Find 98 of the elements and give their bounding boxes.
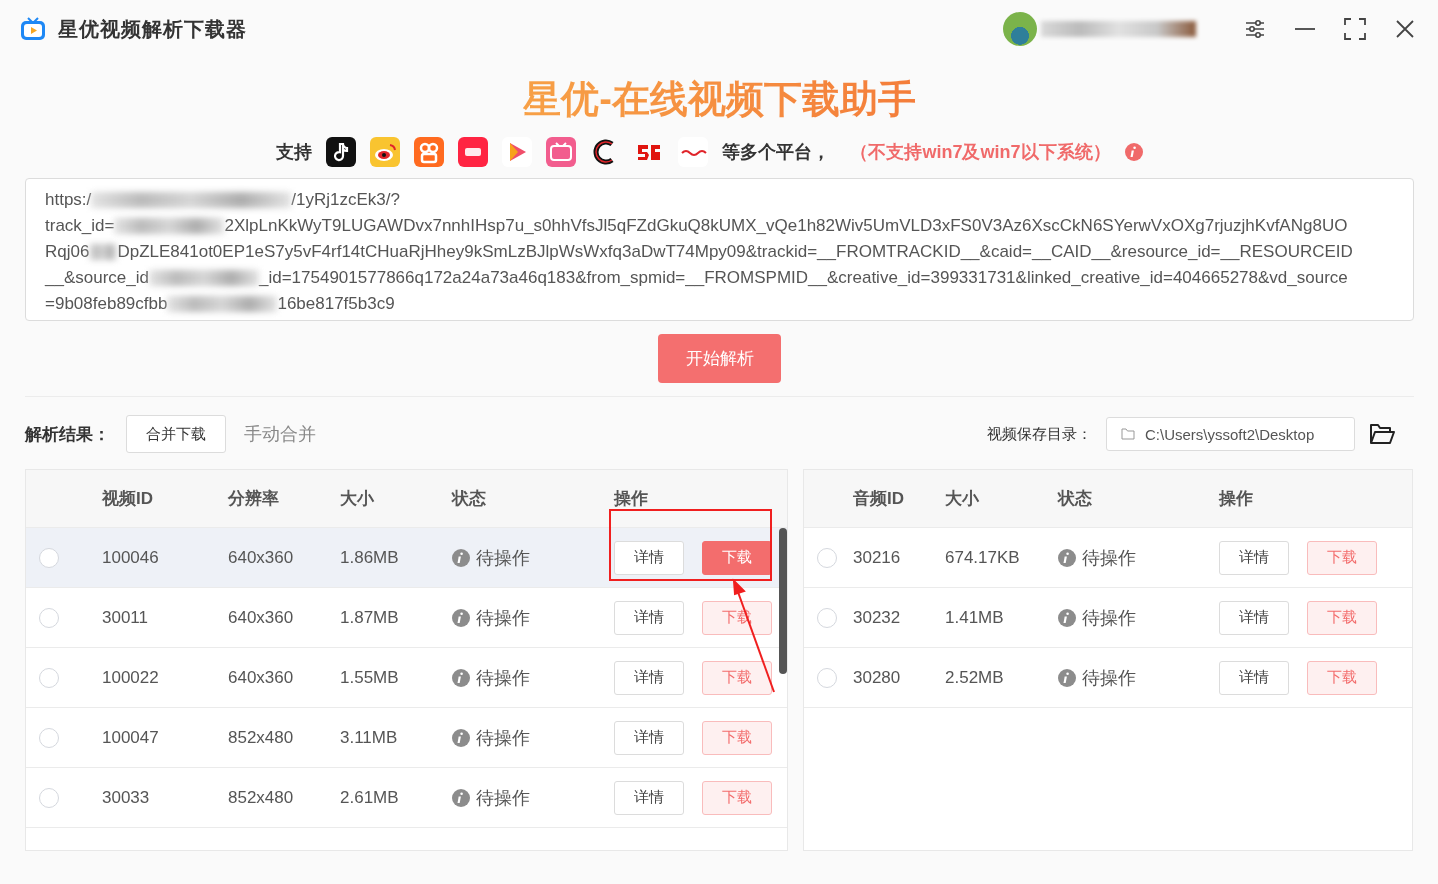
wave-logo-icon xyxy=(678,137,709,167)
details-button[interactable]: 详情 xyxy=(1219,660,1289,695)
details-button[interactable]: 详情 xyxy=(614,660,684,695)
status-text: 待操作 xyxy=(476,546,530,570)
status-text: 待操作 xyxy=(1082,606,1136,630)
info-icon xyxy=(1124,143,1143,161)
url-text: 2XlpLnKkWyT9LUGAWDvx7nnhIHsp7u_s0hhVfsJl5qFZdGkuQ8kUMX_vQe1h82Wiv5UmVLD3xFS0V3Az6XscCkN6SYerwVxOXg7rjuzjhKvfANg8UO xyxy=(224,215,1348,237)
redaction-blur xyxy=(89,244,118,260)
details-button[interactable]: 详情 xyxy=(614,600,684,635)
info-icon xyxy=(452,608,470,627)
table-cell-text: 30033 xyxy=(102,787,151,808)
details-button[interactable]: 详情 xyxy=(614,540,684,575)
column-header: 视频ID xyxy=(102,488,154,510)
url-text: =9b08feb89cfbb xyxy=(45,293,168,315)
column-header: 音频ID xyxy=(853,488,905,510)
row-radio[interactable] xyxy=(39,607,59,628)
column-header: 操作 xyxy=(614,488,649,510)
row-radio[interactable] xyxy=(39,787,59,808)
table-cell-text: 674.17KB xyxy=(945,547,1021,568)
status-text: 待操作 xyxy=(476,606,530,630)
play-icon xyxy=(502,137,533,167)
table-cell-text: 30232 xyxy=(853,607,902,628)
details-button[interactable]: 详情 xyxy=(1219,540,1289,575)
app-heading: 星优-在线视频下载助手 xyxy=(523,78,916,120)
table-cell-text: 30280 xyxy=(853,667,902,688)
url-text: Rqj06 xyxy=(45,241,90,263)
table-cell-text: 30216 xyxy=(853,547,902,568)
scrollbar[interactable] xyxy=(779,528,787,674)
status-text: 待操作 xyxy=(476,666,530,690)
tv-play-icon xyxy=(20,17,46,41)
row-radio[interactable] xyxy=(39,727,59,748)
table-cell-text: 100047 xyxy=(102,727,160,748)
camera-logo-icon xyxy=(414,137,445,167)
tv-logo-icon xyxy=(546,137,577,167)
details-button[interactable]: 详情 xyxy=(1219,600,1289,635)
table-cell-text: 3.11MB xyxy=(340,727,399,748)
table-cell-text: 2.61MB xyxy=(340,787,400,808)
info-icon xyxy=(452,788,470,807)
table-cell-text: 852x480 xyxy=(228,787,295,808)
url-text: https:/ xyxy=(45,189,92,211)
status-text: 待操作 xyxy=(1082,546,1136,570)
window-title: 星优视频解析下载器 xyxy=(58,16,247,42)
column-header: 大小 xyxy=(945,488,980,510)
music-note-icon xyxy=(326,137,357,167)
table-cell-text: 1.86MB xyxy=(340,547,400,568)
status-text: 待操作 xyxy=(476,726,530,750)
url-text: track_id= xyxy=(45,215,115,237)
status-text: 待操作 xyxy=(1082,666,1136,690)
save-dir-field[interactable]: C:\Users\yssoft2\Desktop xyxy=(1106,417,1355,451)
url-input[interactable] xyxy=(25,178,1414,321)
table-cell-text: 1.41MB xyxy=(945,607,1005,628)
book-logo-icon xyxy=(458,137,489,167)
support-label: 支持 xyxy=(276,141,313,164)
row-radio[interactable] xyxy=(817,547,837,568)
row-radio[interactable] xyxy=(39,547,59,568)
manual-merge-link[interactable]: 手动合并 xyxy=(244,422,316,446)
url-text: _id=1754901577866q172a24a73a46q183&from_spmid=__FROMSPMID__&creative_id=399331731&linked_creative_id=404665278&vd_source xyxy=(258,267,1348,289)
save-dir-label: 视频保存目录： xyxy=(987,424,1092,444)
row-radio[interactable] xyxy=(39,667,59,688)
status-text: 待操作 xyxy=(476,786,530,810)
info-icon xyxy=(452,548,470,567)
table-cell-text: 100046 xyxy=(102,547,160,568)
info-icon xyxy=(1058,608,1076,627)
url-text: 16be817f5b3c9 xyxy=(277,293,395,315)
table-cell-text: 2.52MB xyxy=(945,667,1005,688)
maximize-icon[interactable] xyxy=(1342,16,1368,42)
table-cell-text: 640x360 xyxy=(228,607,295,628)
notice-text: （不支持win7及win7以下系统） xyxy=(850,141,1111,164)
table-cell-text: 640x360 xyxy=(228,667,295,688)
eye-logo-icon xyxy=(370,137,401,167)
details-button[interactable]: 详情 xyxy=(614,780,684,815)
column-header: 状态 xyxy=(1058,488,1093,510)
platforms-text: 等多个平台， xyxy=(722,141,831,164)
open-folder-icon[interactable] xyxy=(1369,423,1395,445)
details-button[interactable]: 详情 xyxy=(614,720,684,755)
info-icon xyxy=(452,728,470,747)
info-icon xyxy=(1058,668,1076,687)
table-cell-text: 30011 xyxy=(102,607,149,628)
info-icon xyxy=(1058,548,1076,567)
results-label: 解析结果： xyxy=(25,423,110,446)
row-radio[interactable] xyxy=(817,607,837,628)
info-icon xyxy=(452,668,470,687)
column-header: 操作 xyxy=(1219,488,1254,510)
url-text: /1yRj1zcEk3/? xyxy=(291,189,400,211)
avatar[interactable] xyxy=(1003,12,1037,46)
merge-download-button[interactable]: 合并下载 xyxy=(126,415,226,453)
column-header: 分辨率 xyxy=(228,488,280,510)
table-cell-text: 1.55MB xyxy=(340,667,400,688)
url-text: __&source_id xyxy=(45,267,149,289)
folder-icon xyxy=(1121,428,1135,440)
column-header: 状态 xyxy=(452,488,487,510)
table-cell-text: 1.87MB xyxy=(340,607,400,628)
table-cell-text: 100022 xyxy=(102,667,160,688)
table-cell-text: 640x360 xyxy=(228,547,295,568)
url-text: DpZLE841ot0EP1eS7y5vF4rf14tCHuaRjHhey9kSmLzBJlpWsWxfq3aDwT74Mpy09&trackid=__FROMTRACKID__&caid=__CAID__&resource_id=__RESOURCEID xyxy=(117,241,1353,263)
table-cell-text: 852x480 xyxy=(228,727,295,748)
column-header: 大小 xyxy=(340,488,375,510)
row-radio[interactable] xyxy=(817,667,837,688)
